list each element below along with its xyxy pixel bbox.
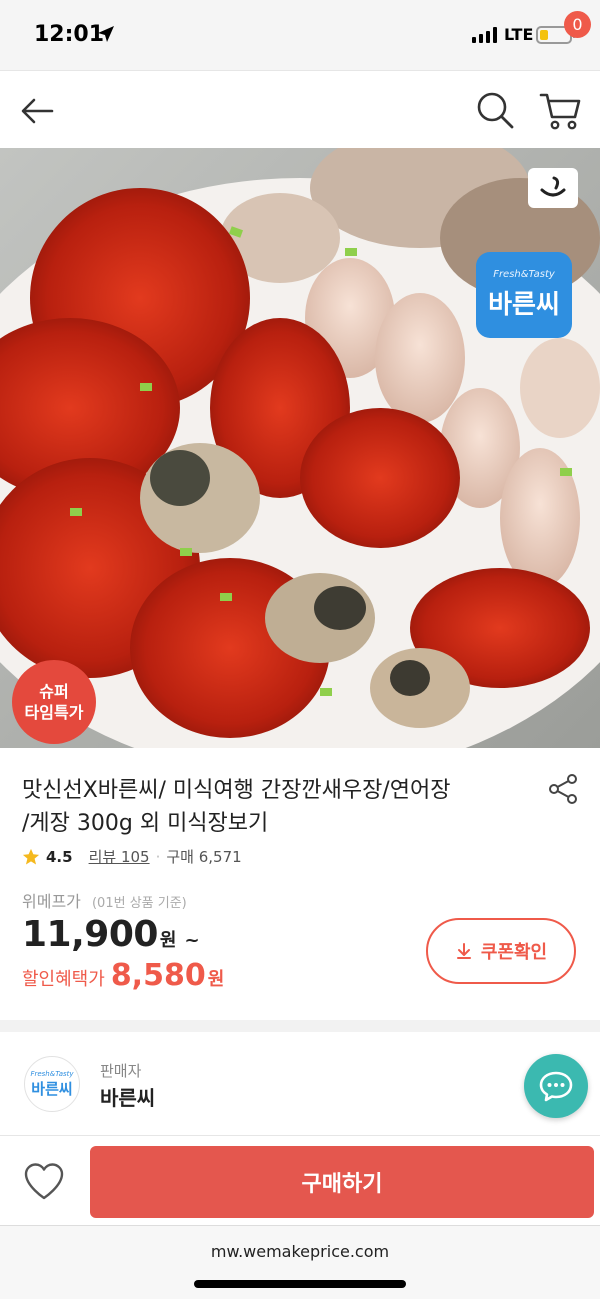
super-time-deal-badge: 슈퍼 타임특가 — [12, 660, 96, 744]
location-arrow-icon — [98, 26, 114, 42]
seller-logo-tagline: Fresh&Tasty — [30, 1069, 74, 1078]
price-row: 11,900 원 ~ — [22, 914, 200, 955]
seafood-photo — [0, 148, 600, 748]
coupon-check-button[interactable]: 쿠폰확인 — [426, 918, 576, 984]
price-basis-note: (01번 상품 기준) — [91, 896, 187, 911]
brand-logo: Fresh&Tasty 바른씨 — [476, 252, 572, 338]
product-title-line2: /게장 300g 외 미식장보기 — [22, 811, 269, 836]
product-info: 맛신선X바른씨/ 미식여행 간장깐새우장/연어장 /게장 300g 외 미식장보… — [0, 748, 600, 1020]
price-unit: 원 — [159, 930, 177, 951]
status-bar: 12:01 LTE — [0, 0, 600, 70]
review-count-link[interactable]: 리뷰 105 — [89, 846, 150, 867]
product-image: Fresh&Tasty 바른씨 슈퍼 타임특가 — [0, 148, 600, 748]
seller-label: 판매자 — [100, 1062, 142, 1080]
brand-tagline: Fresh&Tasty — [493, 269, 555, 280]
brand-logo-small — [528, 168, 578, 208]
heart-icon[interactable] — [22, 1160, 66, 1202]
discount-price: 8,580 — [110, 958, 206, 993]
price-label-row: 위메프가 (01번 상품 기준) — [22, 888, 187, 912]
network-type: LTE — [504, 25, 534, 44]
discount-row: 할인혜택가 8,580 원 — [22, 958, 224, 993]
status-time: 12:01 — [34, 22, 105, 47]
rating-value: 4.5 — [46, 847, 73, 866]
chat-bubble-icon — [539, 1071, 573, 1102]
price-value: 11,900 — [22, 914, 158, 955]
brand-name: 바른씨 — [488, 290, 560, 320]
browser-url-bar[interactable]: mw.wemakeprice.com — [0, 1225, 600, 1299]
home-indicator[interactable] — [194, 1280, 406, 1288]
price-label: 위메프가 — [22, 892, 81, 911]
separator-dot: · — [155, 847, 161, 866]
star-icon — [22, 848, 40, 864]
seller-logo-name: 바른씨 — [31, 1079, 73, 1098]
cart-icon[interactable] — [538, 87, 584, 133]
super-badge-line2: 타임특가 — [24, 703, 84, 722]
rating-row: 4.5 리뷰 105 · 구매 6,571 — [22, 846, 242, 867]
search-icon[interactable] — [474, 89, 516, 131]
discount-unit: 원 — [207, 969, 225, 990]
discount-label: 할인혜택가 — [22, 969, 105, 990]
product-title-line1: 맛신선X바른씨/ 미식여행 간장깐새우장/연어장 — [22, 778, 451, 803]
super-badge-line1: 슈퍼 — [39, 682, 69, 701]
url-text[interactable]: mw.wemakeprice.com — [0, 1242, 600, 1261]
seller-section[interactable]: Fresh&Tasty 바른씨 판매자 바른씨 — [0, 1032, 600, 1140]
cart-count-badge: 0 — [564, 11, 591, 38]
seller-name: 바른씨 — [100, 1086, 156, 1110]
product-title: 맛신선X바른씨/ 미식여행 간장깐새우장/연어장 /게장 300g 외 미식장보… — [22, 774, 542, 840]
bottom-purchase-bar: 구매하기 — [0, 1135, 600, 1225]
app-header — [0, 70, 600, 148]
back-arrow-icon[interactable] — [18, 91, 58, 131]
buy-button[interactable]: 구매하기 — [90, 1146, 594, 1218]
seller-logo: Fresh&Tasty 바른씨 — [24, 1056, 80, 1112]
chat-button[interactable] — [524, 1054, 588, 1118]
signal-strength-icon — [472, 27, 497, 43]
section-divider — [0, 1020, 600, 1032]
purchase-count: 구매 6,571 — [166, 848, 242, 866]
price-tilde: ~ — [184, 930, 200, 951]
download-icon — [456, 943, 471, 959]
coupon-check-label: 쿠폰확인 — [480, 942, 548, 963]
share-icon[interactable] — [546, 772, 580, 806]
